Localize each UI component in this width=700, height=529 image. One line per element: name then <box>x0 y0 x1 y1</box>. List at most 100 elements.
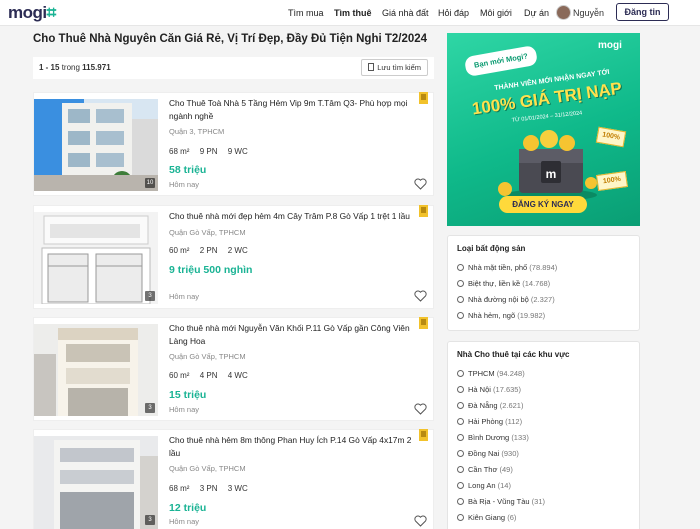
save-search-label: Lưu tìm kiếm <box>377 63 421 72</box>
nav-tim-mua[interactable]: Tìm mua <box>288 8 324 18</box>
avatar[interactable] <box>556 5 571 20</box>
listing-area: 60 m² <box>169 371 190 380</box>
item-label: Hà Nội <box>468 385 491 394</box>
item-count: (930) <box>501 449 519 458</box>
nav-du-an[interactable]: Dự án <box>524 8 549 18</box>
listing-title[interactable]: Cho thuê nhà hẻm 8m thông Phan Huy Ích P… <box>169 434 414 459</box>
region-item[interactable]: Đồng Nai (930) <box>457 449 519 458</box>
property-type-title: Loại bất động sản <box>457 244 526 253</box>
nav-hoi-dap[interactable]: Hỏi đáp <box>438 8 469 18</box>
listing-bathrooms: 4 WC <box>227 371 248 380</box>
item-count: (112) <box>505 417 523 426</box>
listing-title[interactable]: Cho Thuê Toà Nhà 5 Tầng Hẻm Vip 9m T.Tâm… <box>169 97 414 122</box>
item-count: (2.621) <box>499 401 524 410</box>
banner-bubble: Bạn mới Mogi? <box>463 44 539 78</box>
radio-icon <box>457 434 464 441</box>
listing-date: Hôm nay <box>169 517 200 526</box>
bookmark-icon <box>368 63 375 71</box>
radio-icon <box>457 450 464 457</box>
region-item[interactable]: Bà Rịa - Vũng Tàu (31) <box>457 497 545 506</box>
listing-bedrooms: 3 PN <box>199 484 218 493</box>
property-type-item[interactable]: Nhà mặt tiền, phố (78.894) <box>457 263 557 272</box>
region-item[interactable]: Bình Dương (133) <box>457 433 529 442</box>
heart-icon[interactable] <box>414 290 427 302</box>
item-count: (14) <box>497 481 511 490</box>
listing-card[interactable]: 10 Cho Thuê Toà Nhà 5 Tầng Hẻm Vip 9m T.… <box>33 92 434 196</box>
register-now-button[interactable]: ĐĂNG KÝ NGAY <box>499 196 587 213</box>
listing-photo[interactable]: 3 <box>34 436 158 529</box>
listing-photo[interactable]: 3 <box>34 212 158 304</box>
item-label: Nhà mặt tiền, phố <box>468 263 528 272</box>
listing-card[interactable]: 3 Cho thuê nhà mới đẹp hẻm 4m Cây Trâm P… <box>33 205 434 309</box>
property-type-item[interactable]: Nhà đường nội bộ (2.327) <box>457 295 555 304</box>
user-menu[interactable]: Nguyễn <box>556 5 604 20</box>
nav-tim-thue[interactable]: Tìm thuê <box>334 8 372 18</box>
vip-badge-icon <box>419 92 428 104</box>
radio-icon <box>457 370 464 377</box>
radio-icon <box>457 514 464 521</box>
photo-count: 3 <box>145 403 155 413</box>
listing-price: 58 triệu <box>169 164 207 176</box>
svg-text:m: m <box>546 167 557 181</box>
listing-title[interactable]: Cho thuê nhà mới đẹp hẻm 4m Cây Trâm P.8… <box>169 210 414 223</box>
listing-photo[interactable]: 10 <box>34 99 158 191</box>
listing-specs: 60 m² 4 PN 4 WC <box>169 371 256 380</box>
property-type-item[interactable]: Nhà hẻm, ngõ (19.982) <box>457 311 545 320</box>
item-count: (6) <box>507 513 517 522</box>
listing-bathrooms: 3 WC <box>227 484 248 493</box>
listing-date: Hôm nay <box>169 292 200 301</box>
nav-moi-gioi[interactable]: Môi giới <box>480 8 512 18</box>
radio-icon <box>457 482 464 489</box>
treasure-chest-icon: m <box>498 130 597 201</box>
region-item[interactable]: Kiên Giang (6) <box>457 513 516 522</box>
region-item[interactable]: Long An (14) <box>457 481 511 490</box>
heart-icon[interactable] <box>414 403 427 415</box>
listing-photo[interactable]: 3 <box>34 324 158 416</box>
listing-location: Quận Gò Vấp, TPHCM <box>169 464 246 473</box>
region-item[interactable]: Hải Phòng (112) <box>457 417 522 426</box>
mogi-logo[interactable]: mogi⌗ <box>8 3 56 23</box>
building-photo-icon <box>34 436 158 529</box>
banner-badge-2: 100% <box>596 170 628 192</box>
listing-price: 12 triệu <box>169 502 207 514</box>
listing-location: Quận 3, TPHCM <box>169 127 225 136</box>
item-label: Nhà đường nội bộ <box>468 295 529 304</box>
item-label: Long An <box>468 481 496 490</box>
listing-date: Hôm nay <box>169 180 200 189</box>
heart-icon[interactable] <box>414 515 427 527</box>
region-item[interactable]: TPHCM (94.248) <box>457 369 525 378</box>
radio-icon <box>457 264 464 271</box>
listing-price: 15 triệu <box>169 389 207 401</box>
nav-gia-nha-dat[interactable]: Giá nhà đất <box>382 8 429 18</box>
item-count: (2.327) <box>530 295 555 304</box>
property-type-item[interactable]: Biệt thự, liền kề (14.768) <box>457 279 550 288</box>
listing-title[interactable]: Cho thuê nhà mới Nguyễn Văn Khối P.11 Gò… <box>169 322 414 347</box>
listing-bedrooms: 2 PN <box>199 246 218 255</box>
item-label: Bình Dương <box>468 433 510 442</box>
promo-banner[interactable]: mogi Bạn mới Mogi? THÀNH VIÊN MỚI NHẬN N… <box>447 33 640 226</box>
listing-card[interactable]: 3 Cho thuê nhà mới Nguyễn Văn Khối P.11 … <box>33 317 434 421</box>
item-count: (17.635) <box>493 385 521 394</box>
result-range: 1 - 15 <box>39 63 60 72</box>
listing-area: 68 m² <box>169 147 190 156</box>
item-count: (14.768) <box>522 279 551 288</box>
region-item[interactable]: Đà Nẵng (2.621) <box>457 401 523 410</box>
item-label: Đà Nẵng <box>468 401 498 410</box>
top-header: mogi⌗ Tìm mua Tìm thuê Giá nhà đất Hỏi đ… <box>0 0 700 26</box>
heart-icon[interactable] <box>414 178 427 190</box>
vip-badge-icon <box>419 317 428 329</box>
user-name[interactable]: Nguyễn <box>573 8 604 18</box>
region-item[interactable]: Cần Thơ (49) <box>457 465 513 474</box>
listing-specs: 68 m² 3 PN 3 WC <box>169 484 256 493</box>
listing-card[interactable]: 3 Cho thuê nhà hẻm 8m thông Phan Huy Ích… <box>33 429 434 529</box>
post-listing-button[interactable]: Đăng tin <box>616 3 669 21</box>
item-count: (19.982) <box>517 311 546 320</box>
item-count: (31) <box>531 497 546 506</box>
radio-icon <box>457 280 464 287</box>
photo-count: 3 <box>145 515 155 525</box>
region-item[interactable]: Hà Nội (17.635) <box>457 385 521 394</box>
save-search-button[interactable]: Lưu tìm kiếm <box>361 59 428 76</box>
listing-specs: 60 m² 2 PN 2 WC <box>169 246 256 255</box>
building-photo-icon <box>34 99 158 191</box>
building-photo-icon <box>34 212 158 304</box>
